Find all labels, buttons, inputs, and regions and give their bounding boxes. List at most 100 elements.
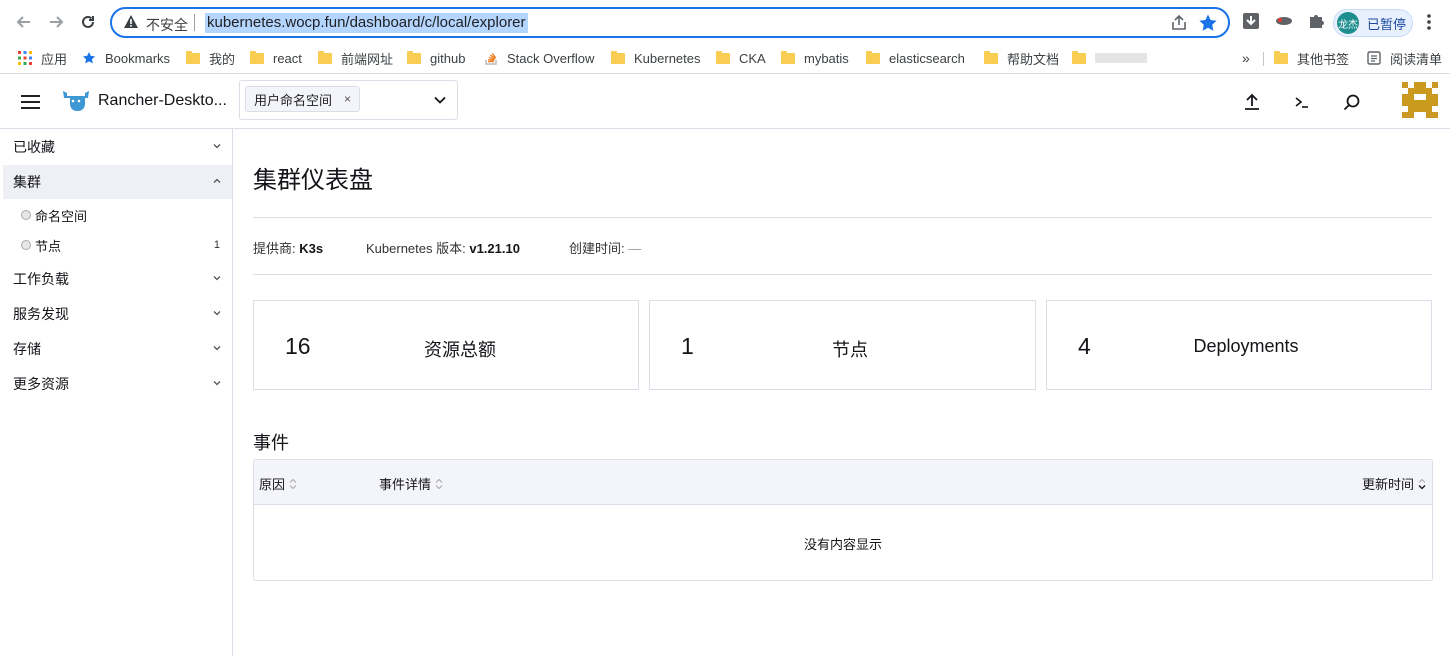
profile-status: 已暂停 [1367,16,1407,32]
card-value: 1 [681,333,694,359]
bookmark-folder[interactable]: 帮助文档 [984,48,1059,68]
sidebar-group-storage[interactable]: 存储 [3,332,232,366]
created-info: 创建时间: — [569,238,641,257]
bookmark-bookmarks[interactable]: Bookmarks [82,48,170,68]
share-icon[interactable] [1170,14,1188,32]
download-icon[interactable] [1242,12,1260,30]
url-text[interactable]: kubernetes.wocp.fun/dashboard/c/local/ex… [205,13,528,33]
menu-icon[interactable] [1426,13,1432,31]
bookmark-label: react [273,50,302,66]
sidebar-group-label: 存储 [13,341,41,357]
provider-label: 提供商: [253,241,296,256]
bookmark-folder[interactable]: react [250,48,302,68]
bookmark-apps[interactable]: 应用 [18,48,67,68]
bookmark-star-icon[interactable] [1198,13,1218,33]
sidebar-group-cluster[interactable]: 集群 [3,165,232,199]
bookmark-label: Stack Overflow [507,50,595,66]
resource-icon [21,210,31,220]
chevron-down-icon [213,311,221,316]
bookmark-folder[interactable]: 我的 [186,48,235,68]
sidebar-group-label: 更多资源 [13,376,69,392]
browser-toolbar: 不安全 kubernetes.wocp.fun/dashboard/c/loca… [0,0,1450,42]
bookmark-folder[interactable]: mybatis [781,48,849,68]
column-label: 原因 [259,477,286,492]
reading-list[interactable]: 阅读清单 [1367,48,1442,68]
card-label: Deployments [1193,336,1299,356]
bookmark-folder[interactable] [1072,48,1147,68]
sort-icon [1418,478,1426,489]
bookmark-label: Kubernetes [634,50,701,66]
avatar: 龙杰 [1337,12,1359,34]
bookmark-stackoverflow[interactable]: Stack Overflow [485,48,594,68]
chevron-down-icon [213,144,221,149]
back-icon[interactable] [12,10,36,34]
rancher-logo-icon [63,91,89,111]
more-bookmarks[interactable]: » [1242,48,1250,68]
table-header: 原因 事件详情 更新时间 [254,460,1432,505]
bookmark-label: CKA [739,50,766,66]
folder-icon [781,50,795,64]
bookmark-folder[interactable]: Kubernetes [611,48,701,68]
divider [194,14,195,31]
bookmark-label: 帮助文档 [1007,51,1060,67]
folder-icon [611,50,625,64]
insecure-label: 不安全 [146,17,188,33]
sidebar-group-workloads[interactable]: 工作负载 [3,262,232,296]
bookmark-other[interactable]: 其他书签 [1274,48,1349,68]
user-avatar-icon[interactable] [1402,82,1438,118]
sidebar-group-label: 服务发现 [13,306,69,322]
bookmark-label: Bookmarks [105,50,171,66]
bookmark-folder[interactable]: github [407,48,465,68]
chip-remove-icon[interactable]: × [344,92,351,106]
extension-icon[interactable] [1274,12,1294,30]
chevron-down-icon [213,276,221,281]
k8s-version-info: Kubernetes 版本: v1.21.10 [366,238,520,257]
bookmark-folder[interactable]: 前端网址 [318,48,393,68]
k8s-version-label: Kubernetes 版本: [366,241,466,256]
reload-icon[interactable] [76,10,100,34]
sidebar-group-more-resources[interactable]: 更多资源 [3,367,232,401]
chevron-down-icon [213,381,221,386]
puzzle-icon[interactable] [1307,12,1325,30]
sidebar-group-label: 已收藏 [13,139,55,155]
sidebar-group-service-discovery[interactable]: 服务发现 [3,297,232,331]
chevron-down-icon [213,346,221,351]
address-bar[interactable]: 不安全 kubernetes.wocp.fun/dashboard/c/loca… [110,7,1230,38]
card-value: 4 [1078,333,1091,359]
folder-icon [866,50,880,64]
namespace-filter[interactable]: 用户命名空间 × [239,80,458,120]
chevron-down-icon[interactable] [433,93,447,107]
deployments-card[interactable]: 4 Deployments [1046,300,1432,390]
search-icon[interactable] [1343,93,1361,111]
column-updated-time[interactable]: 更新时间 [1362,474,1426,493]
sidebar-item-label: 命名空间 [35,208,88,224]
sidebar-item-nodes[interactable]: 节点 1 [3,230,232,260]
sidebar-item-label: 节点 [35,238,62,254]
resource-total-card[interactable]: 16 资源总额 [253,300,639,390]
folder-icon [407,50,421,64]
cluster-name[interactable]: Rancher-Deskto... [98,92,227,110]
hamburger-menu-icon[interactable] [21,95,40,109]
column-reason[interactable]: 原因 [259,474,297,493]
sidebar-group-label: 集群 [13,174,41,190]
resource-icon [21,240,31,250]
bookmark-label: 前端网址 [341,51,394,67]
profile-button[interactable]: 龙杰 已暂停 [1333,9,1413,37]
events-table: 原因 事件详情 更新时间 没有内容显示 [253,459,1433,581]
apps-grid-icon [18,51,32,65]
upload-icon[interactable] [1243,93,1261,111]
forward-icon[interactable] [44,10,68,34]
terminal-icon[interactable] [1293,93,1311,111]
blurred-label [1095,53,1147,63]
divider [253,217,1432,218]
nodes-card[interactable]: 1 节点 [649,300,1036,390]
empty-state: 没有内容显示 [803,536,882,552]
bookmark-folder[interactable]: CKA [716,48,766,68]
column-event-details[interactable]: 事件详情 [379,474,443,493]
bookmark-folder[interactable]: elasticsearch [866,48,965,68]
sidebar-group-favorites[interactable]: 已收藏 [3,130,232,164]
sidebar-item-namespaces[interactable]: 命名空间 [3,200,232,230]
chevron-up-icon [213,178,221,183]
bookmark-label: 我的 [209,51,236,67]
bookmark-label: 应用 [41,51,68,67]
